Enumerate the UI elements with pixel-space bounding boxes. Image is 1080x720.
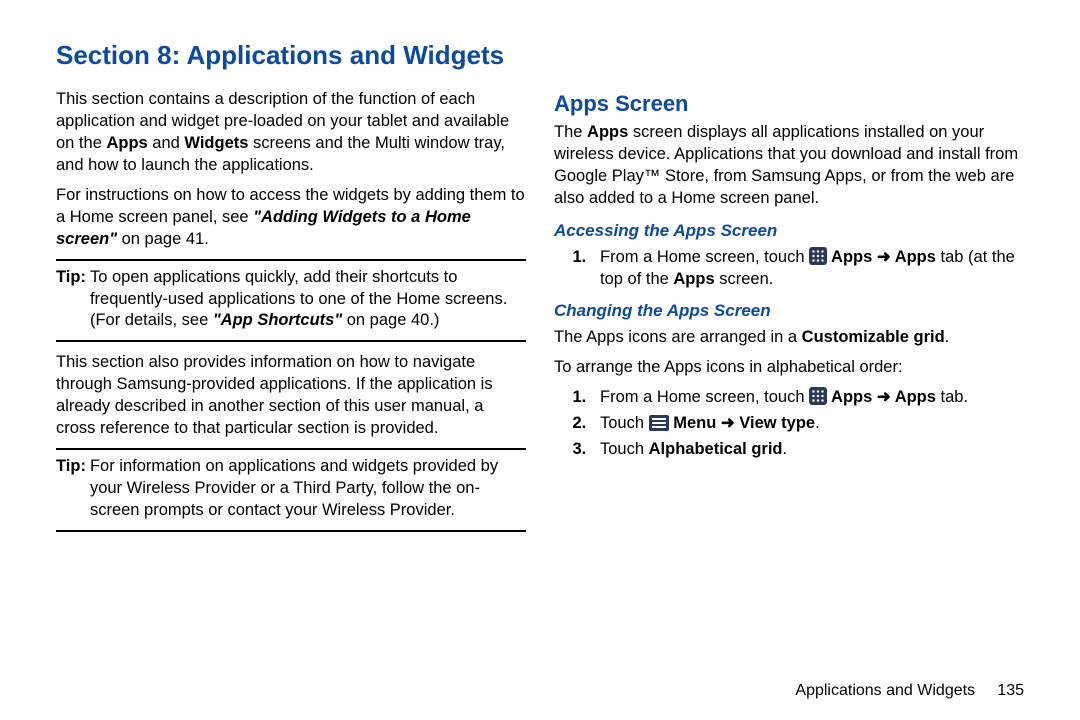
tip-body: To open applications quickly, add their … [90, 267, 526, 333]
text: . [782, 440, 787, 458]
apps-grid-icon [809, 247, 827, 265]
apps-grid-icon [809, 387, 827, 405]
right-column: Apps Screen The Apps screen displays all… [554, 89, 1024, 658]
list-item: From a Home screen, touch Apps ➜ Apps ta… [600, 387, 1024, 409]
apps-bold: Apps [673, 270, 714, 288]
text: From a Home screen, touch [600, 248, 809, 266]
tip-label: Tip: [56, 456, 86, 522]
text: on page 41. [117, 230, 209, 248]
arrow-icon: ➜ [877, 388, 891, 406]
text: . [815, 414, 820, 432]
apps-bold: Apps [587, 123, 628, 141]
footer-page-number: 135 [997, 682, 1024, 699]
text: screen. [715, 270, 774, 288]
tip-box-1: Tip: To open applications quickly, add t… [56, 259, 526, 343]
changing-heading: Changing the Apps Screen [554, 300, 1024, 323]
text: tab. [936, 388, 968, 406]
text: on page 40.) [342, 311, 439, 329]
apps-bold: Apps [827, 248, 877, 266]
list-item: Touch Alphabetical grid. [600, 439, 1024, 461]
arrow-icon: ➜ [877, 248, 891, 266]
tip-box-2: Tip: For information on applications and… [56, 448, 526, 532]
intro-paragraph: This section contains a description of t… [56, 89, 526, 177]
cross-ref-paragraph: For instructions on how to access the wi… [56, 185, 526, 251]
apps-bold: Apps [827, 388, 877, 406]
page-footer: Applications and Widgets 135 [56, 658, 1024, 700]
view-type-bold: View type [735, 414, 815, 432]
footer-chapter: Applications and Widgets [795, 682, 975, 699]
section-title: Section 8: Applications and Widgets [56, 40, 1024, 71]
navigation-paragraph: This section also provides information o… [56, 352, 526, 440]
list-item: Touch Menu ➜ View type. [600, 413, 1024, 435]
two-column-layout: This section contains a description of t… [56, 89, 1024, 658]
menu-icon [649, 415, 669, 431]
text: The Apps icons are arranged in a [554, 328, 802, 346]
alphabetical-grid-bold: Alphabetical grid [649, 440, 783, 458]
changing-steps: From a Home screen, touch Apps ➜ Apps ta… [554, 387, 1024, 461]
tip-label: Tip: [56, 267, 86, 333]
customizable-grid-line: The Apps icons are arranged in a Customi… [554, 327, 1024, 349]
apps-screen-intro: The Apps screen displays all application… [554, 122, 1024, 210]
menu-bold: Menu [669, 414, 721, 432]
accessing-steps: From a Home screen, touch Apps ➜ Apps ta… [554, 247, 1024, 291]
apps-label-bold: Apps [106, 134, 147, 152]
tip-body: For information on applications and widg… [90, 456, 526, 522]
text: Touch [600, 414, 649, 432]
list-item: From a Home screen, touch Apps ➜ Apps ta… [600, 247, 1024, 291]
apps-tab-bold: Apps [891, 388, 936, 406]
widgets-label-bold: Widgets [184, 134, 248, 152]
text: . [945, 328, 950, 346]
customizable-grid-bold: Customizable grid [802, 328, 945, 346]
text: Touch [600, 440, 649, 458]
cross-ref-link[interactable]: "App Shortcuts" [213, 311, 342, 329]
arrow-icon: ➜ [721, 414, 735, 432]
arrange-intro: To arrange the Apps icons in alphabetica… [554, 357, 1024, 379]
text: and [148, 134, 185, 152]
left-column: This section contains a description of t… [56, 89, 526, 658]
accessing-heading: Accessing the Apps Screen [554, 220, 1024, 243]
text: From a Home screen, touch [600, 388, 809, 406]
apps-tab-bold: Apps [891, 248, 936, 266]
apps-screen-heading: Apps Screen [554, 89, 1024, 118]
text: The [554, 123, 587, 141]
